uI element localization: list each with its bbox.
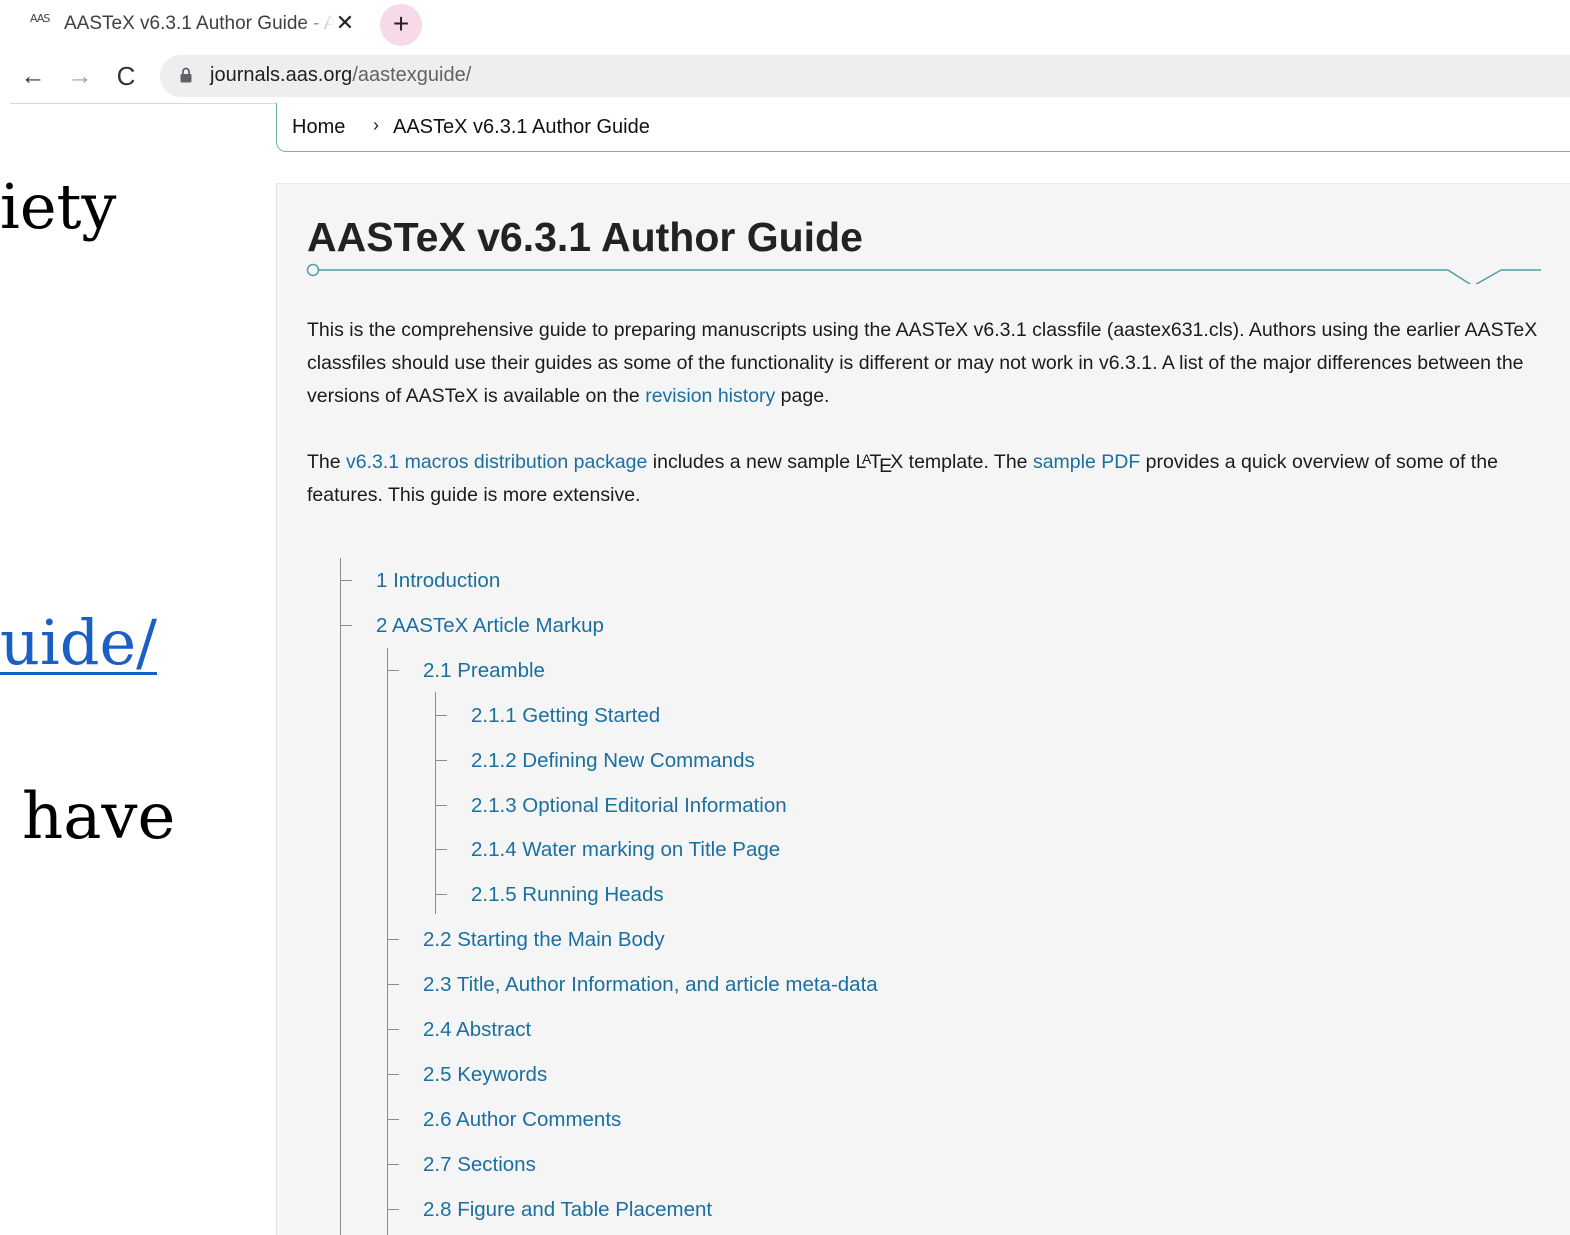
address-bar[interactable]: journals.aas.org/aastexguide/ [160, 55, 1570, 97]
forward-arrow-icon[interactable]: → [64, 60, 96, 92]
toc-branch [435, 849, 447, 850]
url-host: journals.aas.org [210, 64, 353, 86]
toc-tree-line [435, 692, 436, 914]
toc-link-title-author-info[interactable]: 2.3 Title, Author Information, and artic… [423, 973, 878, 997]
toc-link-optional-editorial[interactable]: 2.1.3 Optional Editorial Information [471, 794, 787, 818]
toc-branch [387, 1029, 399, 1030]
table-of-contents: 1 Introduction 2 AASTeX Article Markup 2… [277, 184, 1570, 1235]
toc-link-defining-new-commands[interactable]: 2.1.2 Defining New Commands [471, 749, 755, 773]
toc-link-abstract[interactable]: 2.4 Abstract [423, 1018, 531, 1042]
slide-text-fragment: iety [0, 170, 117, 243]
toc-link-sections[interactable]: 2.7 Sections [423, 1153, 536, 1177]
toc-branch [387, 1119, 399, 1120]
toc-branch [387, 1074, 399, 1075]
toc-branch [387, 984, 399, 985]
article-panel: AASTeX v6.3.1 Author Guide This is the c… [276, 183, 1570, 1235]
toc-link-main-body[interactable]: 2.2 Starting the Main Body [423, 928, 665, 952]
toc-branch [340, 625, 352, 626]
breadcrumb-current: AASTeX v6.3.1 Author Guide [393, 116, 650, 138]
slide-link-fragment[interactable]: uide/ [0, 606, 157, 679]
toc-tree-line [387, 648, 388, 1235]
lock-icon [180, 67, 192, 83]
breadcrumb: Home › AASTeX v6.3.1 Author Guide [276, 103, 1570, 152]
toc-tree-line [340, 558, 341, 1235]
toc-branch [435, 805, 447, 806]
toc-branch [387, 1209, 399, 1210]
chevron-right-icon: › [373, 115, 379, 135]
reload-icon[interactable]: C [110, 60, 142, 92]
toc-link-preamble[interactable]: 2.1 Preamble [423, 659, 545, 683]
slide-text-fragment: have [22, 780, 176, 854]
tab-title[interactable]: AASTeX v6.3.1 Author Guide - AAS Journal… [64, 13, 334, 35]
toc-link-water-marking[interactable]: 2.1.4 Water marking on Title Page [471, 838, 780, 862]
aas-favicon-icon: AAS [30, 12, 50, 25]
toc-link-keywords[interactable]: 2.5 Keywords [423, 1063, 547, 1087]
toc-link-article-markup[interactable]: 2 AASTeX Article Markup [376, 614, 604, 638]
toc-link-introduction[interactable]: 1 Introduction [376, 569, 500, 593]
toc-branch [387, 1164, 399, 1165]
breadcrumb-home-link[interactable]: Home [292, 116, 345, 139]
browser-tab[interactable]: AAS AASTeX v6.3.1 Author Guide - AAS Jou… [0, 0, 370, 48]
toc-branch [435, 894, 447, 895]
toc-link-getting-started[interactable]: 2.1.1 Getting Started [471, 704, 660, 728]
toc-branch [340, 580, 352, 581]
toc-branch [435, 760, 447, 761]
toc-link-author-comments[interactable]: 2.6 Author Comments [423, 1108, 621, 1132]
toc-link-figure-table-placement[interactable]: 2.8 Figure and Table Placement [423, 1198, 712, 1222]
back-arrow-icon[interactable]: ← [17, 60, 49, 92]
new-tab-button[interactable]: + [380, 4, 422, 46]
toc-branch [387, 670, 399, 671]
toc-branch [435, 715, 447, 716]
close-tab-icon[interactable]: ✕ [334, 10, 356, 36]
toc-link-running-heads[interactable]: 2.1.5 Running Heads [471, 883, 664, 907]
url-text[interactable]: journals.aas.org/aastexguide/ [210, 64, 471, 87]
toc-branch [387, 939, 399, 940]
url-path: /aastexguide/ [352, 64, 472, 86]
